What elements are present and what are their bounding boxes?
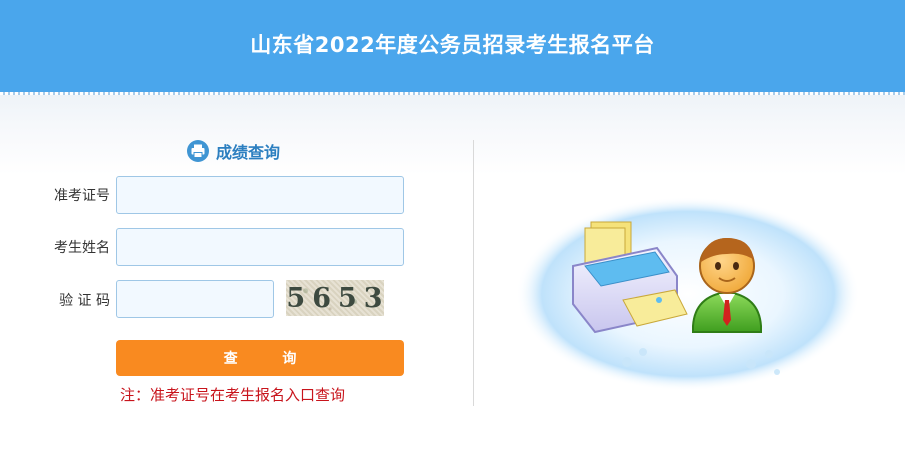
verification-code-input[interactable] <box>116 280 274 318</box>
query-button[interactable]: 查 询 <box>116 340 404 376</box>
header-bar: 山东省2022年度公务员招录考生报名平台 <box>0 0 905 92</box>
panel-heading: 成绩查询 <box>186 138 280 164</box>
page-title: 山东省2022年度公务员招录考生报名平台 <box>250 33 655 57</box>
ticket-number-label: 准考证号 <box>54 188 110 204</box>
verification-code-label: 验 证 码 <box>59 293 110 309</box>
panel-title: 成绩查询 <box>216 143 281 162</box>
panel-divider <box>473 140 474 406</box>
background-glow <box>516 197 860 391</box>
printer-user-illustration <box>516 197 860 391</box>
ticket-number-note: 注：准考证号在考生报名入口查询 <box>120 386 346 404</box>
candidate-name-input[interactable] <box>116 228 404 266</box>
captcha-text: 5653 <box>286 282 390 314</box>
printer-icon <box>187 140 209 162</box>
candidate-name-label: 考生姓名 <box>54 240 110 256</box>
captcha-image[interactable]: 5653 <box>286 280 384 316</box>
ticket-number-input[interactable] <box>116 176 404 214</box>
